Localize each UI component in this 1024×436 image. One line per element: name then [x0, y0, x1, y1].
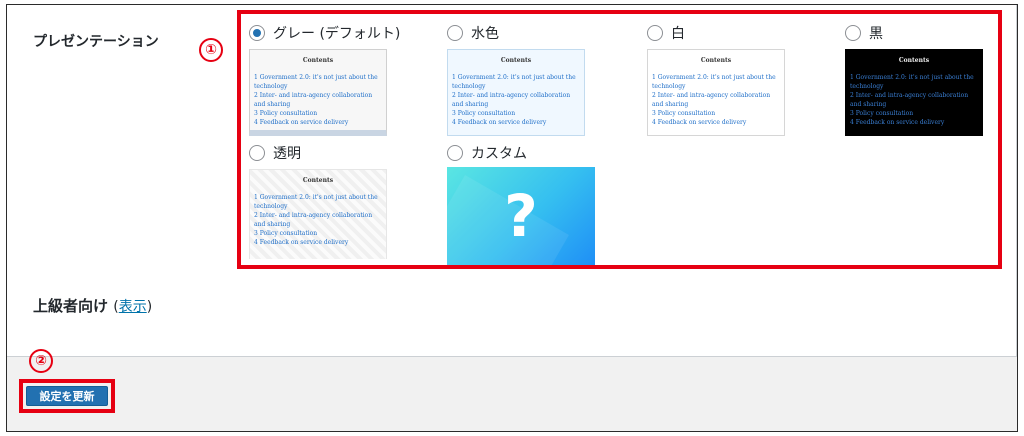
- annotation-badge-1: ①: [199, 38, 223, 62]
- highlight-box-themes: [237, 10, 1002, 269]
- advanced-close-paren: ): [146, 299, 153, 315]
- advanced-show-link[interactable]: 表示: [119, 299, 147, 315]
- advanced-row: 上級者向け (表示): [33, 295, 152, 316]
- annotation-badge-2: ②: [29, 349, 53, 373]
- presentation-label: プレゼンテーション: [33, 34, 159, 50]
- settings-panel: プレゼンテーション ① グレー (デフォルト) Contents 1 Gover…: [7, 5, 1017, 357]
- settings-frame: プレゼンテーション ① グレー (デフォルト) Contents 1 Gover…: [6, 4, 1018, 432]
- update-settings-button[interactable]: 設定を更新: [26, 386, 108, 406]
- advanced-label: 上級者向け: [33, 297, 109, 315]
